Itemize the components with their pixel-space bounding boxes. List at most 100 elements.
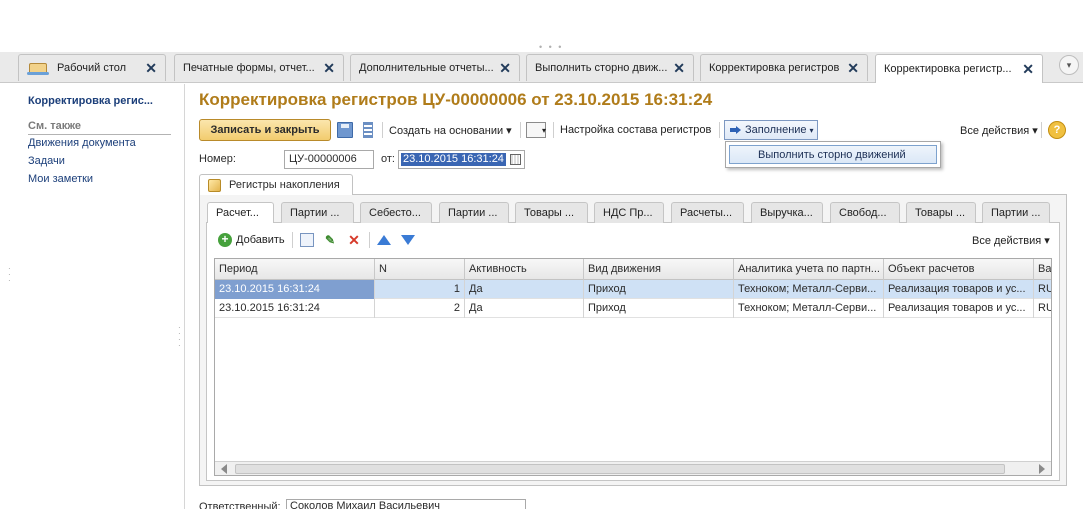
tab-print-forms[interactable]: Печатные формы, отчет... ✕ (174, 54, 344, 81)
tab-desktop[interactable]: Рабочий стол ✕ (18, 54, 166, 81)
horizontal-scrollbar[interactable] (215, 461, 1051, 475)
all-actions-menu[interactable]: Все действия ▾ (960, 124, 1038, 137)
close-icon[interactable]: ✕ (323, 60, 335, 77)
post-document-icon[interactable] (363, 122, 373, 138)
copy-icon[interactable] (300, 233, 314, 247)
subtab-6[interactable]: Расчеты... (671, 202, 744, 223)
tab-label: Корректировка регистров (709, 62, 840, 74)
number-field[interactable]: ЦУ-00000006 (284, 150, 374, 169)
edit-icon[interactable]: ✎ (323, 233, 337, 247)
add-button[interactable]: Добавить (236, 234, 285, 246)
close-icon[interactable]: ✕ (145, 60, 157, 77)
tab-label: Рабочий стол (57, 62, 127, 74)
column-header-currency[interactable]: Ва (1034, 259, 1051, 280)
subtab-10[interactable]: Партии ... (982, 202, 1050, 223)
move-up-icon[interactable] (377, 235, 391, 245)
save-and-close-button[interactable]: Записать и закрыть (199, 119, 331, 141)
add-icon[interactable]: + (218, 233, 232, 247)
close-icon[interactable]: ✕ (499, 60, 511, 77)
cell-n[interactable]: 2 (375, 299, 465, 318)
grip-dots[interactable]: • • • (539, 42, 563, 52)
subtab-9[interactable]: Товары ... (906, 202, 976, 223)
column-header-partner-analytics[interactable]: Аналитика учета по партн... (734, 259, 884, 280)
cell-movement-type[interactable]: Приход (584, 280, 734, 299)
calendar-icon[interactable] (510, 154, 521, 165)
column-header-period[interactable]: Период (215, 259, 375, 280)
subtab-2[interactable]: Себесто... (360, 202, 432, 223)
tab-list-button[interactable]: ▾ (1059, 55, 1079, 75)
tab-label: Корректировка регистр... (884, 63, 1012, 75)
cell-movement-type[interactable]: Приход (584, 299, 734, 318)
document-title: Корректировка регистров ЦУ-00000006 от 2… (199, 90, 713, 109)
register-settings-button[interactable]: Настройка состава регистров (560, 124, 711, 136)
nav-link-tasks[interactable]: Задачи (28, 155, 65, 167)
tab-register-correction-list[interactable]: Корректировка регистров ✕ (700, 54, 868, 81)
date-value: 23.10.2015 16:31:24 (401, 153, 506, 166)
toolbar-separator (553, 122, 554, 138)
cell-settlement-object[interactable]: Реализация товаров и ус... (884, 299, 1034, 318)
subtab-3[interactable]: Партии ... (439, 202, 509, 223)
tab-additional-reports[interactable]: Дополнительные отчеты... ✕ (350, 54, 520, 81)
cell-currency[interactable]: RU (1034, 299, 1051, 318)
scroll-right-icon[interactable] (1039, 464, 1045, 474)
see-also-heading: См. также (28, 120, 171, 135)
cell-period[interactable]: 23.10.2015 16:31:24 (215, 280, 375, 299)
cell-activity[interactable]: Да (465, 280, 584, 299)
subtab-8[interactable]: Свобод... (830, 202, 900, 223)
date-field[interactable]: 23.10.2015 16:31:24 (398, 150, 525, 169)
scroll-thumb[interactable] (235, 464, 1005, 474)
delete-icon[interactable]: ✕ (347, 233, 361, 247)
column-header-settlement-object[interactable]: Объект расчетов (884, 259, 1034, 280)
menu-item-storno[interactable]: Выполнить сторно движений (729, 145, 937, 164)
tab-register-correction-doc[interactable]: Корректировка регистр... ✕ (875, 54, 1043, 83)
chevron-down-icon: ▾ (809, 125, 814, 135)
save-icon[interactable] (337, 122, 353, 138)
nav-link-document-movements[interactable]: Движения документа (28, 137, 136, 149)
create-based-on-button[interactable]: Создать на основании ▾ (389, 124, 512, 137)
all-actions-label: Все действия (960, 125, 1030, 137)
cell-period[interactable]: 23.10.2015 16:31:24 (215, 299, 375, 318)
chevron-down-icon[interactable]: ▾ (542, 126, 546, 135)
cell-currency[interactable]: RU (1034, 280, 1051, 299)
close-icon[interactable]: ✕ (673, 60, 685, 77)
toolbar-separator (1041, 122, 1042, 138)
subtab-1[interactable]: Партии ... (281, 202, 354, 223)
nav-link-notes[interactable]: Мои заметки (28, 173, 93, 185)
splitter-handle[interactable]: · · · · (178, 324, 181, 350)
tab-storno[interactable]: Выполнить сторно движ... ✕ (526, 54, 694, 81)
top-strip: • • • (0, 0, 1083, 52)
close-icon[interactable]: ✕ (1022, 61, 1034, 78)
help-icon[interactable]: ? (1048, 121, 1066, 139)
tab-label: Регистры накопления (229, 179, 340, 191)
close-icon[interactable]: ✕ (847, 60, 859, 77)
cell-partner-analytics[interactable]: Техноком; Металл-Серви... (734, 299, 884, 318)
desktop-icon (27, 60, 49, 76)
splitter-handle[interactable]: · · · (8, 265, 11, 285)
cell-partner-analytics[interactable]: Техноком; Металл-Серви... (734, 280, 884, 299)
fill-arrow-icon (729, 124, 741, 136)
inner-all-actions-menu[interactable]: Все действия ▾ (972, 234, 1050, 247)
subtab-5[interactable]: НДС Пр... (594, 202, 664, 223)
subtab-0[interactable]: Расчет... (207, 202, 274, 223)
create-based-on-label: Создать на основании (389, 125, 504, 137)
nav-title[interactable]: Корректировка регис... (28, 95, 153, 107)
cell-n[interactable]: 1 (375, 280, 465, 299)
toolbar-separator (719, 122, 720, 138)
fill-menu-button[interactable]: Заполнение ▾ (724, 120, 818, 140)
column-header-activity[interactable]: Активность (465, 259, 584, 280)
table-row[interactable]: 23.10.2015 16:31:24 1 Да Приход Техноком… (215, 280, 1051, 299)
subtab-7[interactable]: Выручка... (751, 202, 823, 223)
toolbar-separator (382, 122, 383, 138)
scroll-left-icon[interactable] (221, 464, 227, 474)
move-down-icon[interactable] (401, 235, 415, 245)
tab-accumulation-registers[interactable]: Регистры накопления (199, 174, 353, 195)
register-table[interactable]: Период N Активность Вид движения Аналити… (214, 258, 1052, 476)
column-header-n[interactable]: N (375, 259, 465, 280)
toolbar-separator (292, 232, 293, 248)
table-row[interactable]: 23.10.2015 16:31:24 2 Да Приход Техноком… (215, 299, 1051, 318)
subtab-4[interactable]: Товары ... (515, 202, 588, 223)
cell-settlement-object[interactable]: Реализация товаров и ус... (884, 280, 1034, 299)
cell-activity[interactable]: Да (465, 299, 584, 318)
column-header-movement-type[interactable]: Вид движения (584, 259, 734, 280)
responsible-field[interactable]: Соколов Михаил Васильевич (286, 499, 526, 509)
